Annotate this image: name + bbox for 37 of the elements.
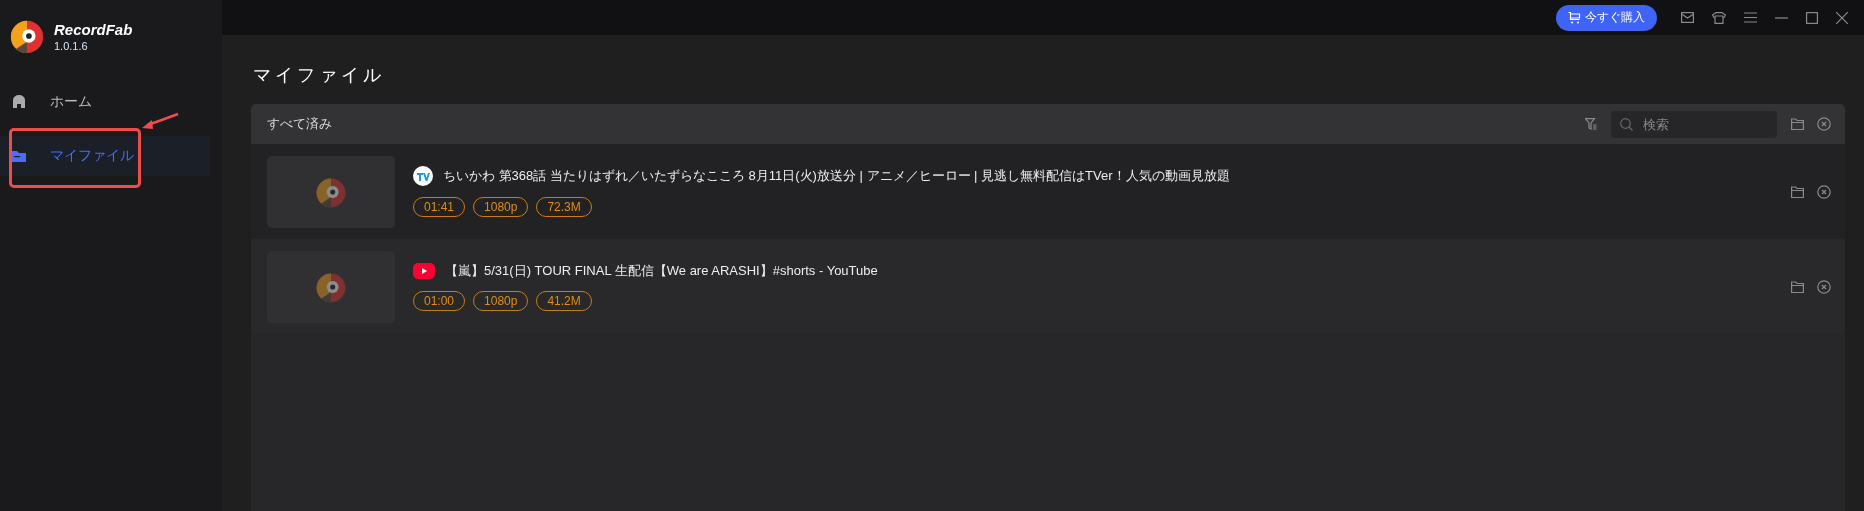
menu-icon[interactable] [1744, 12, 1757, 23]
annotation-arrow [140, 112, 180, 132]
folder-icon [1791, 185, 1804, 198]
close-icon [1817, 279, 1831, 294]
play-logo-icon [413, 263, 435, 279]
folder-icon [1791, 280, 1804, 293]
filter-label: すべて済み [267, 115, 333, 133]
file-row[interactable]: ちいかわ 第368話 当たりはずれ／いたずらなこころ 8月11日(火)放送分 | アニメ／ヒーロー | 見逃し無料配信はTVer！人気の動画見放題 01:41 1080p 72.3M [251, 144, 1845, 239]
folder-icon [12, 150, 26, 162]
nav-item[interactable]: ホーム [0, 82, 210, 122]
search-icon [1620, 117, 1633, 131]
cart-icon [1568, 11, 1581, 24]
open-folder-button[interactable] [1791, 280, 1804, 293]
remove-button[interactable] [1817, 184, 1831, 199]
maximize-icon[interactable] [1806, 11, 1818, 24]
search-field[interactable]: 検索 [1611, 110, 1777, 138]
nav-item[interactable]: マイファイル [0, 136, 210, 176]
tv-logo-icon [413, 166, 433, 186]
shirt-icon[interactable] [1712, 11, 1726, 24]
open-folder-button[interactable] [1791, 185, 1804, 198]
file-title: ちいかわ 第368話 当たりはずれ／いたずらなこころ 8月11日(火)放送分 | アニメ／ヒーロー | 見逃し無料配信はTVer！人気の動画見放題 [443, 167, 1230, 185]
buy-button[interactable]: 今すぐ購入 [1556, 4, 1657, 31]
app-version: 1.0.1.6 [54, 39, 89, 52]
home-icon [12, 95, 26, 109]
close-icon [1817, 117, 1831, 131]
app-name: RecordFab [54, 20, 133, 38]
filter-icon[interactable] [1585, 118, 1597, 130]
folder-icon [1791, 118, 1804, 130]
file-title: 【嵐】5/31(日) TOUR FINAL 生配信【We are ARASHI】#shorts - YouTube [445, 262, 878, 280]
remove-button[interactable] [1817, 117, 1831, 131]
mail-icon[interactable] [1681, 12, 1694, 23]
page-title: マイファイル [253, 64, 386, 87]
close-icon[interactable] [1836, 11, 1848, 24]
remove-button[interactable] [1817, 279, 1831, 294]
open-folder-button[interactable] [1791, 118, 1804, 130]
minimize-icon[interactable] [1775, 16, 1788, 19]
close-icon [1817, 184, 1831, 199]
